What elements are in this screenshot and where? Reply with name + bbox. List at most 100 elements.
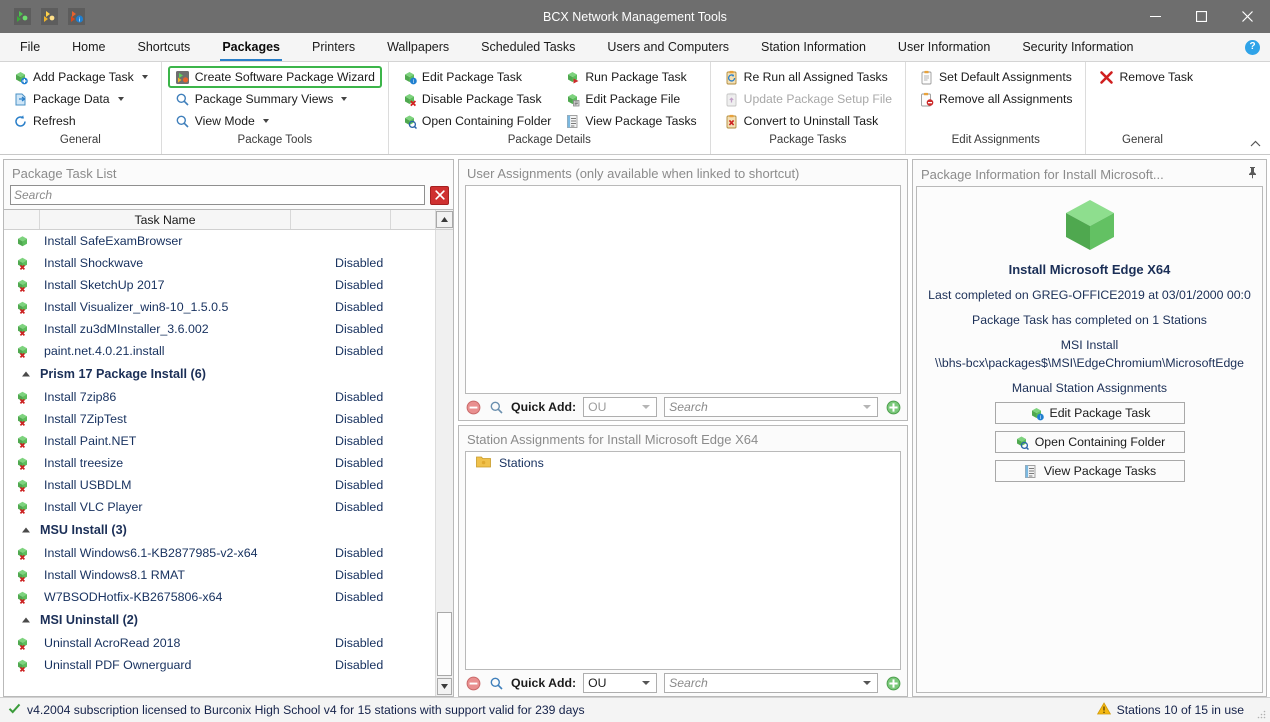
column-header-status[interactable]: [291, 210, 391, 229]
run-package-task-button[interactable]: Run Package Task: [558, 66, 703, 88]
table-row[interactable]: Uninstall AcroRead 2018 Disabled: [4, 632, 435, 654]
table-row[interactable]: Install USBDLM Disabled: [4, 474, 435, 496]
tab-file[interactable]: File: [4, 33, 56, 61]
station-assignments-quick-add: Quick Add: OU Search: [459, 670, 907, 696]
user-ou-select[interactable]: OU: [583, 397, 658, 417]
set-default-assignments-label: Set Default Assignments: [939, 70, 1072, 84]
expander-icon[interactable]: [4, 371, 40, 377]
user-assignments-panel: User Assignments (only available when li…: [458, 159, 908, 421]
re-run-all-assigned-tasks-button[interactable]: Re Run all Assigned Tasks: [717, 66, 899, 88]
scroll-down-button[interactable]: [437, 678, 452, 695]
table-row[interactable]: Uninstall PDF Ownerguard Disabled: [4, 654, 435, 676]
window-title: BCX Network Management Tools: [543, 9, 727, 24]
table-row[interactable]: Install 7ZipTest Disabled: [4, 408, 435, 430]
station-search-combo[interactable]: Search: [664, 673, 878, 693]
station-assignments-list[interactable]: Stations: [465, 451, 901, 670]
package-summary-views-button[interactable]: Package Summary Views: [168, 88, 382, 110]
expander-icon[interactable]: [4, 617, 40, 623]
disable-package-task-button[interactable]: Disable Package Task: [395, 88, 558, 110]
edit-package-file-button[interactable]: Edit Package File: [558, 88, 703, 110]
tab-packages[interactable]: Packages: [206, 33, 296, 61]
group-row[interactable]: Prism 17 Package Install (6): [4, 362, 435, 386]
edit-package-task-button[interactable]: i Edit Package Task: [994, 402, 1185, 424]
table-row[interactable]: Install Visualizer_win8-10_1.5.0.5 Disab…: [4, 296, 435, 318]
remove-task-button[interactable]: Remove Task: [1092, 66, 1200, 88]
view-package-tasks-button[interactable]: View Package Tasks: [994, 460, 1185, 482]
table-row[interactable]: Install zu3dMInstaller_3.6.002 Disabled: [4, 318, 435, 340]
table-row[interactable]: Install Shockwave Disabled: [4, 252, 435, 274]
package-info-icon[interactable]: i: [68, 8, 85, 25]
table-row[interactable]: Install Windows6.1-KB2877985-v2-x64 Disa…: [4, 542, 435, 564]
ribbon-group-package-tools-label: Package Tools: [237, 134, 313, 146]
pin-icon[interactable]: [1247, 166, 1258, 182]
remove-circle-icon[interactable]: [465, 399, 481, 415]
table-row[interactable]: Install Paint.NET Disabled: [4, 430, 435, 452]
add-circle-icon[interactable]: [885, 675, 901, 691]
package-data-button[interactable]: Package Data: [6, 88, 155, 110]
task-status: Disabled: [335, 278, 384, 292]
view-package-tasks-button[interactable]: View Package Tasks: [558, 110, 703, 132]
group-row[interactable]: MSU Install (3): [4, 518, 435, 542]
package-task-list-title: Package Task List: [12, 166, 117, 181]
scrollbar-thumb[interactable]: [437, 612, 452, 676]
table-row[interactable]: Install treesize Disabled: [4, 452, 435, 474]
magnifier-icon[interactable]: [488, 399, 504, 415]
create-software-package-wizard-button[interactable]: Create Software Package Wizard: [167, 66, 382, 88]
tab-printers[interactable]: Printers: [296, 33, 371, 61]
package-disabled-icon: [4, 546, 40, 561]
table-row[interactable]: Install SafeExamBrowser: [4, 230, 435, 252]
expander-icon[interactable]: [4, 527, 40, 533]
table-row[interactable]: Install VLC Player Disabled: [4, 496, 435, 518]
maximize-button[interactable]: [1178, 0, 1224, 33]
tab-users-and-computers[interactable]: Users and Computers: [591, 33, 745, 61]
add-package-task-button[interactable]: Add Package Task: [6, 66, 155, 88]
station-ou-select[interactable]: OU: [583, 673, 658, 693]
refresh-button[interactable]: Refresh: [6, 110, 155, 132]
package-wizard-icon[interactable]: [41, 8, 58, 25]
minimize-button[interactable]: [1132, 0, 1178, 33]
table-row[interactable]: paint.net.4.0.21.install Disabled: [4, 340, 435, 362]
group-row[interactable]: MSI Uninstall (2): [4, 608, 435, 632]
edit-package-task-button[interactable]: i Edit Package Task: [395, 66, 558, 88]
tab-security-information[interactable]: Security Information: [1006, 33, 1149, 61]
column-header-extra[interactable]: [391, 210, 436, 229]
column-header-task-name[interactable]: Task Name: [40, 210, 291, 229]
resize-grip[interactable]: [1255, 707, 1267, 719]
convert-to-uninstall-task-button[interactable]: Convert to Uninstall Task: [717, 110, 899, 132]
view-mode-button[interactable]: View Mode: [168, 110, 382, 132]
magnifier-icon[interactable]: [488, 675, 504, 691]
application-window: i BCX Network Management Tools File Home…: [0, 0, 1270, 722]
open-containing-folder-button[interactable]: Open Containing Folder: [395, 110, 558, 132]
clear-search-icon[interactable]: [430, 185, 449, 205]
table-row[interactable]: W7BSODHotfix-KB2675806-x64 Disabled: [4, 586, 435, 608]
remove-circle-icon[interactable]: [465, 675, 481, 691]
table-row[interactable]: Install SketchUp 2017 Disabled: [4, 274, 435, 296]
column-header-icon[interactable]: [4, 210, 40, 229]
tab-user-information[interactable]: User Information: [882, 33, 1006, 61]
add-package-icon[interactable]: [14, 8, 31, 25]
user-ou-value: OU: [588, 400, 607, 414]
tab-wallpapers[interactable]: Wallpapers: [371, 33, 465, 61]
user-search-combo[interactable]: Search: [664, 397, 878, 417]
view-mode-label: View Mode: [194, 114, 255, 128]
task-search-input[interactable]: Search: [10, 185, 425, 205]
scroll-up-button[interactable]: [436, 210, 453, 229]
task-list-scrollbar[interactable]: [435, 230, 453, 696]
tab-shortcuts[interactable]: Shortcuts: [122, 33, 207, 61]
collapse-ribbon-icon[interactable]: [1248, 137, 1262, 151]
close-button[interactable]: [1224, 0, 1270, 33]
table-row[interactable]: Install Windows8.1 RMAT Disabled: [4, 564, 435, 586]
add-circle-icon[interactable]: [885, 399, 901, 415]
tab-home[interactable]: Home: [56, 33, 121, 61]
set-default-assignments-button[interactable]: Set Default Assignments: [912, 66, 1079, 88]
open-containing-folder-button[interactable]: Open Containing Folder: [994, 431, 1185, 453]
help-button[interactable]: ?: [1245, 33, 1270, 61]
list-item[interactable]: Stations: [466, 452, 900, 474]
remove-all-assignments-button[interactable]: Remove all Assignments: [912, 88, 1079, 110]
table-row[interactable]: Install 7zip86 Disabled: [4, 386, 435, 408]
chevron-down-icon: [262, 119, 269, 123]
tab-scheduled-tasks[interactable]: Scheduled Tasks: [465, 33, 591, 61]
tab-station-information[interactable]: Station Information: [745, 33, 882, 61]
package-disabled-icon: [4, 344, 40, 359]
user-assignments-list[interactable]: [465, 185, 901, 394]
